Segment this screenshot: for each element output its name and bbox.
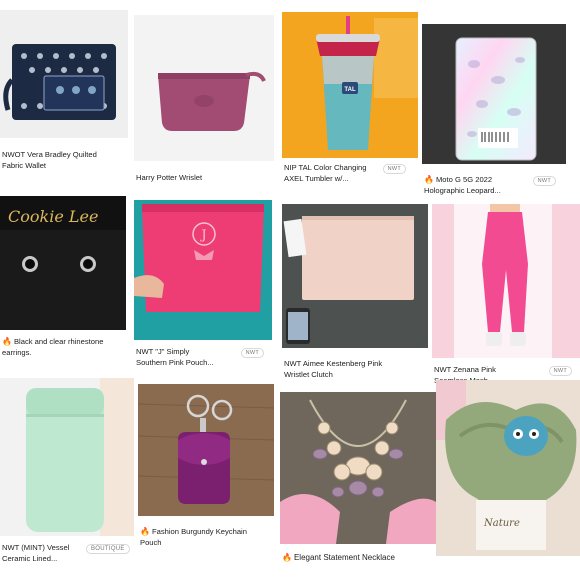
product-image-5[interactable]: Cookie Lee (0, 196, 126, 330)
flame-icon: 🔥 (424, 175, 434, 184)
title-line-5b: earrings. (2, 348, 32, 357)
keychain-image (138, 384, 274, 516)
nwt-badge-4: NWT (532, 176, 556, 186)
title-line-1b: Fabric Wallet (2, 161, 47, 170)
title-line-7a: NWT Aimee Kestenberg Pink (284, 359, 383, 368)
nature-label-text: Nature (483, 518, 520, 529)
product-image-3[interactable]: TAL (282, 12, 418, 158)
product-card-4[interactable]: 🔥 Moto G 5G 2022 Holographic Leopard... N… (422, 24, 566, 204)
nwt-badge-3: NWT (382, 164, 406, 174)
product-image-11[interactable] (280, 392, 436, 544)
vessel-image (0, 378, 134, 536)
product-card-2[interactable]: Harry Potter Wrislet (134, 15, 274, 190)
product-title-10[interactable]: 🔥 Fashion Burgundy Keychain Pouch (140, 526, 272, 548)
title-line-7b: Wristlet Clutch (284, 370, 333, 379)
product-title-5[interactable]: 🔥 Black and clear rhinestone earrings. (2, 336, 124, 358)
product-image-1[interactable] (0, 10, 128, 138)
product-image-12[interactable]: Nature (436, 380, 580, 556)
product-image-2[interactable] (134, 15, 274, 161)
product-card-8[interactable]: NWT Zenana Pink Seamless Mesh... NWT (432, 204, 580, 384)
product-card-11[interactable]: 🔥 Elegant Statement Necklace (280, 392, 436, 572)
title-line-11a: 🔥 Elegant Statement Necklace (282, 552, 434, 563)
pink-pouch-image: J (134, 200, 272, 340)
clutch-image (282, 204, 428, 348)
leggings-image (432, 204, 580, 358)
wristlet-image (134, 15, 274, 161)
title-line-3b: AXEL Tumbler w/... (284, 174, 349, 183)
product-image-8[interactable] (432, 204, 580, 358)
tumbler-image: TAL (282, 12, 418, 158)
title-line-9b: Ceramic Lined... (2, 554, 58, 563)
product-card-7[interactable]: NWT Aimee Kestenberg Pink Wristlet Clutc… (282, 204, 428, 388)
product-card-9[interactable]: NWT (MINT) Vessel Ceramic Lined... BOUTI… (0, 378, 134, 578)
scrunchie-image: Nature (436, 380, 580, 556)
title-text-5a: Black and clear rhinestone (13, 337, 104, 346)
title-text-10a: Fashion Burgundy Keychain (151, 527, 247, 536)
product-title-1[interactable]: NWOT Vera Bradley Quilted Fabric Wallet (2, 149, 126, 171)
nwt-badge-8: NWT (548, 366, 572, 376)
title-text-11a: Elegant Statement Necklace (293, 553, 395, 562)
title-line-1a: NWOT Vera Bradley Quilted (2, 150, 97, 159)
product-title-7[interactable]: NWT Aimee Kestenberg Pink Wristlet Clutc… (284, 358, 426, 380)
title-line-10b: Pouch (140, 538, 162, 547)
flame-icon: 🔥 (2, 337, 12, 346)
wallet-image (0, 10, 128, 138)
product-card-12[interactable]: Nature (436, 380, 580, 580)
product-image-10[interactable] (138, 384, 274, 516)
title-line-4b: Holographic Leopard... (424, 186, 501, 195)
title-line-2a: Harry Potter Wrislet (136, 173, 203, 182)
product-card-6[interactable]: J NWT "J" Simply Southern Pink Pouch... … (134, 200, 272, 376)
product-card-1[interactable]: NWOT Vera Bradley Quilted Fabric Wallet (0, 10, 128, 180)
tal-logo-text: TAL (344, 87, 356, 93)
product-title-2[interactable]: Harry Potter Wrislet (136, 172, 272, 183)
product-image-6[interactable]: J (134, 200, 272, 340)
product-image-7[interactable] (282, 204, 428, 348)
cookie-lee-logo: Cookie Lee (8, 207, 98, 226)
necklace-image (280, 392, 436, 544)
boutique-badge-9: BOUTIQUE (86, 544, 130, 554)
earrings-image: Cookie Lee (0, 196, 126, 330)
product-image-4[interactable] (422, 24, 566, 164)
title-line-5a: 🔥 Black and clear rhinestone (2, 336, 124, 347)
flame-icon: 🔥 (140, 527, 150, 536)
product-card-3[interactable]: TAL NIP TAL Color Changing AXEL Tumbler … (282, 12, 418, 192)
product-card-10[interactable]: 🔥 Fashion Burgundy Keychain Pouch (138, 384, 274, 560)
product-card-5[interactable]: Cookie Lee 🔥 Black and clear rhinestone e… (0, 196, 126, 366)
product-image-9[interactable] (0, 378, 134, 536)
monogram-j: J (199, 228, 206, 243)
flame-icon: 🔥 (282, 553, 292, 562)
title-line-6b: Southern Pink Pouch... (136, 358, 214, 367)
title-text-4a: Moto G 5G 2022 (435, 175, 493, 184)
nwt-badge-6: NWT (240, 348, 264, 358)
title-line-10a: 🔥 Fashion Burgundy Keychain (140, 526, 272, 537)
phone-case-image (422, 24, 566, 164)
product-title-11[interactable]: 🔥 Elegant Statement Necklace (282, 552, 434, 563)
